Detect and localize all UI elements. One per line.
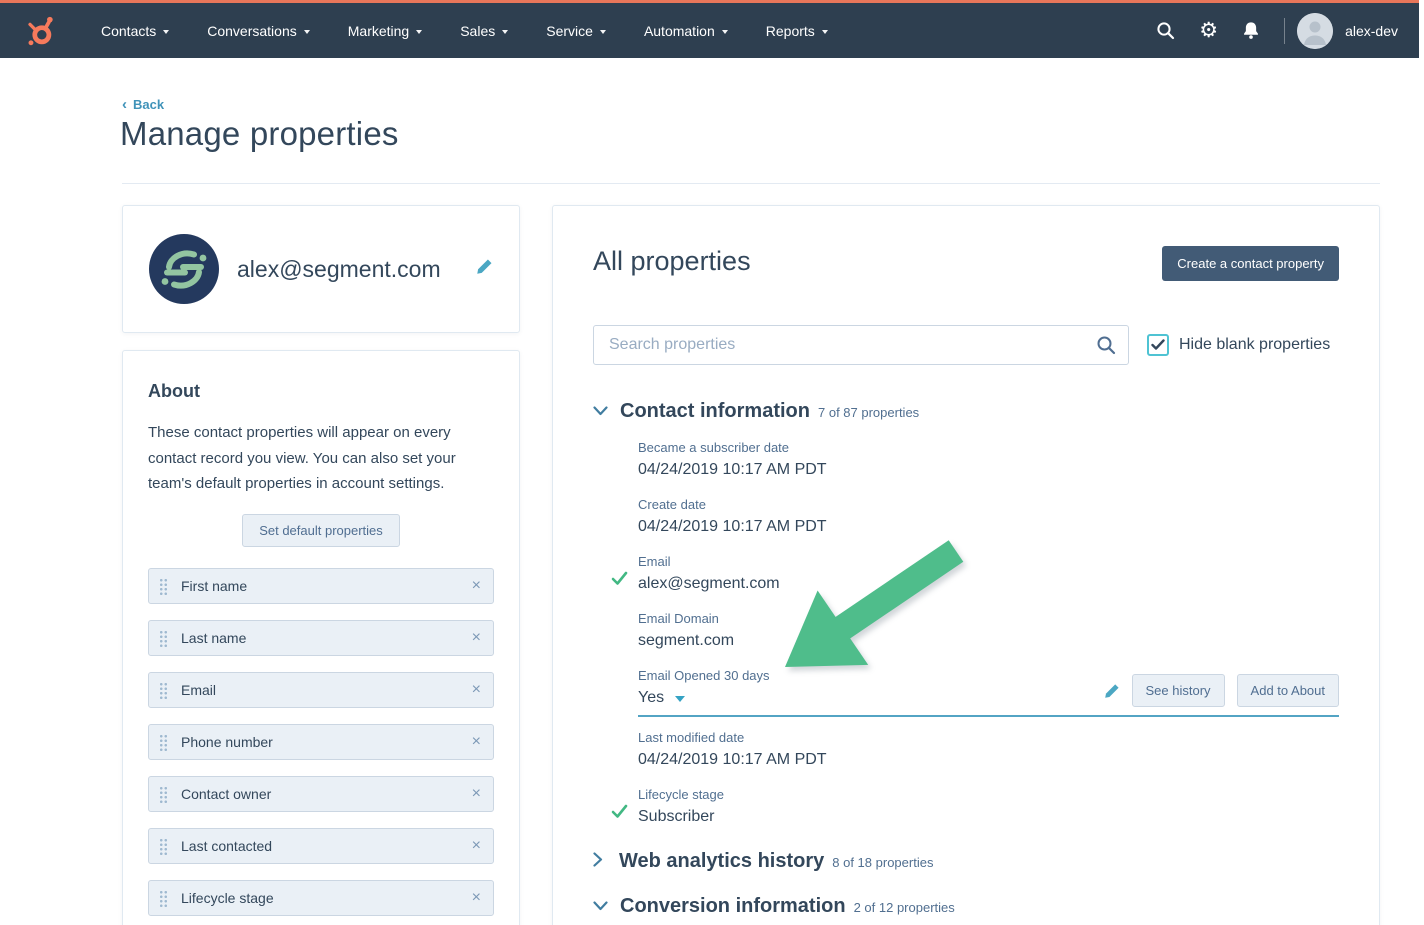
drag-handle-icon[interactable] — [158, 629, 168, 647]
set-default-properties-button[interactable]: Set default properties — [242, 514, 400, 547]
drag-handle-icon[interactable] — [158, 785, 168, 803]
about-card: About These contact properties will appe… — [122, 350, 520, 925]
contact-information-rows: Became a subscriber date 04/24/2019 10:1… — [638, 439, 1339, 828]
all-properties-title: All properties — [593, 246, 751, 277]
property-pill-last-name[interactable]: Last name × — [148, 620, 494, 656]
drag-handle-icon[interactable] — [158, 733, 168, 751]
remove-icon[interactable]: × — [472, 734, 481, 750]
edit-pencil-icon[interactable] — [476, 258, 493, 280]
segment-logo-avatar — [149, 234, 219, 304]
manage-properties-page: Contacts Conversations Marketing Sales S… — [0, 0, 1424, 925]
main-menu: Contacts Conversations Marketing Sales S… — [82, 3, 847, 58]
drag-handle-icon[interactable] — [158, 681, 168, 699]
bell-icon[interactable] — [1230, 21, 1272, 40]
nav-item-contacts[interactable]: Contacts — [82, 3, 188, 58]
nav-item-service[interactable]: Service — [527, 3, 625, 58]
chevron-down-icon[interactable] — [593, 403, 608, 421]
dropdown-caret-icon[interactable] — [675, 696, 685, 702]
about-property-list: First name × Last name × Email × Phone n… — [148, 568, 494, 925]
chevron-down-icon — [502, 30, 508, 34]
user-avatar[interactable] — [1297, 13, 1333, 49]
chevron-down-icon[interactable] — [593, 898, 608, 916]
chevron-left-icon: ‹ — [122, 98, 127, 111]
section-conversion-information[interactable]: Conversion information 2 of 12 propertie… — [593, 895, 1339, 918]
back-link[interactable]: ‹ Back — [122, 97, 164, 112]
chevron-down-icon — [600, 30, 606, 34]
about-description: These contact properties will appear on … — [148, 420, 494, 497]
all-properties-card: All properties Create a contact property… — [552, 205, 1380, 925]
nav-right: ⚙ alex-dev — [1144, 13, 1398, 49]
nav-item-reports[interactable]: Reports — [747, 3, 847, 58]
drag-handle-icon[interactable] — [158, 889, 168, 907]
drag-handle-icon[interactable] — [158, 837, 168, 855]
user-name[interactable]: alex-dev — [1345, 23, 1398, 39]
search-icon[interactable] — [1144, 21, 1187, 40]
scrollbar-strip — [1419, 0, 1424, 58]
nav-item-conversations[interactable]: Conversations — [188, 3, 329, 58]
hubspot-logo-icon[interactable] — [22, 13, 56, 49]
property-row: Lifecycle stage Subscriber — [638, 786, 1339, 828]
search-box — [593, 325, 1129, 365]
chevron-right-icon[interactable] — [593, 852, 607, 872]
drag-handle-icon[interactable] — [158, 577, 168, 595]
chevron-down-icon — [416, 30, 422, 34]
remove-icon[interactable]: × — [472, 682, 481, 698]
remove-icon[interactable]: × — [472, 838, 481, 854]
section-web-analytics-history[interactable]: Web analytics history 8 of 18 properties — [593, 850, 1339, 873]
chevron-down-icon — [304, 30, 310, 34]
property-pill-first-name[interactable]: First name × — [148, 568, 494, 604]
property-pill-last-contacted[interactable]: Last contacted × — [148, 828, 494, 864]
property-row: Became a subscriber date 04/24/2019 10:1… — [638, 439, 1339, 481]
edit-pencil-icon[interactable] — [1104, 683, 1120, 699]
remove-icon[interactable]: × — [472, 630, 481, 646]
remove-icon[interactable]: × — [472, 786, 481, 802]
green-check-icon — [611, 804, 628, 824]
search-properties-input[interactable] — [593, 325, 1129, 365]
nav-item-marketing[interactable]: Marketing — [329, 3, 441, 58]
section-contact-information[interactable]: Contact information 7 of 87 properties — [593, 400, 1339, 423]
property-pill-lifecycle-stage[interactable]: Lifecycle stage × — [148, 880, 494, 916]
about-heading: About — [148, 381, 494, 402]
chevron-down-icon — [163, 30, 169, 34]
property-controls: Hide blank properties — [593, 325, 1339, 365]
property-row-email-opened-30-days: Email Opened 30 days Yes See history Add… — [638, 667, 1339, 717]
see-history-button[interactable]: See history — [1132, 674, 1225, 707]
page-title: Manage properties — [120, 115, 399, 153]
remove-icon[interactable]: × — [472, 578, 481, 594]
hide-blank-checkbox[interactable] — [1147, 334, 1169, 356]
chevron-down-icon — [822, 30, 828, 34]
nav-item-sales[interactable]: Sales — [441, 3, 527, 58]
green-check-icon — [611, 571, 628, 591]
chevron-down-icon — [722, 30, 728, 34]
property-row: Email Domain segment.com — [638, 610, 1339, 652]
row-actions: See history Add to About — [1104, 674, 1340, 707]
property-pill-email[interactable]: Email × — [148, 672, 494, 708]
gear-icon[interactable]: ⚙ — [1187, 20, 1230, 41]
profile-email: alex@segment.com — [237, 256, 441, 283]
property-row: Create date 04/24/2019 10:17 AM PDT — [638, 496, 1339, 538]
property-pill-phone-number[interactable]: Phone number × — [148, 724, 494, 760]
property-row: Email alex@segment.com — [638, 553, 1339, 595]
search-icon[interactable] — [1096, 335, 1116, 360]
nav-item-automation[interactable]: Automation — [625, 3, 747, 58]
property-row: Last modified date 04/24/2019 10:17 AM P… — [638, 729, 1339, 771]
create-contact-property-button[interactable]: Create a contact property — [1162, 246, 1339, 281]
top-nav: Contacts Conversations Marketing Sales S… — [0, 0, 1424, 58]
property-pill-contact-owner[interactable]: Contact owner × — [148, 776, 494, 812]
add-to-about-button[interactable]: Add to About — [1237, 674, 1339, 707]
remove-icon[interactable]: × — [472, 890, 481, 906]
profile-card: alex@segment.com — [122, 205, 520, 333]
nav-divider — [1284, 18, 1285, 44]
all-properties-header: All properties Create a contact property — [593, 246, 1339, 281]
header-divider — [122, 183, 1380, 184]
hide-blank-label[interactable]: Hide blank properties — [1179, 336, 1330, 354]
